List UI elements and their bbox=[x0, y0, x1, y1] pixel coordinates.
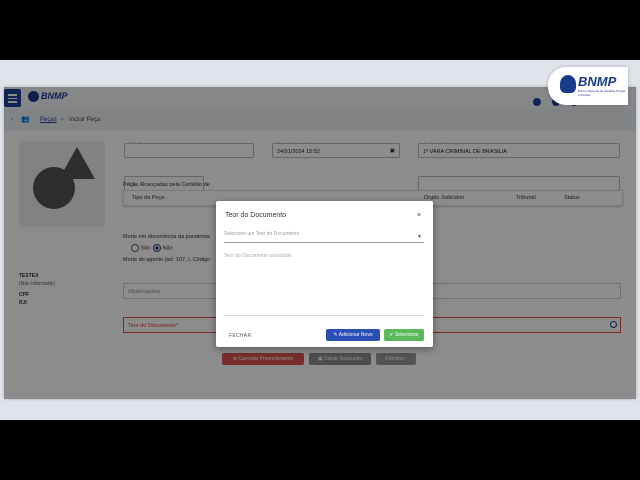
teor-textarea[interactable]: Teor do Documento associado bbox=[224, 253, 424, 316]
teor-select[interactable]: Selecione um Teor do Documento ▼ bbox=[224, 231, 424, 243]
watermark-logo-text: BNMP bbox=[578, 74, 617, 89]
selecionar-button[interactable]: ✔ Selecionar bbox=[384, 329, 424, 341]
watermark-logo: BNMP Banco Nacional de Medidas Penais e … bbox=[548, 67, 628, 105]
teor-textarea-placeholder: Teor do Documento associado bbox=[224, 253, 292, 259]
chevron-down-icon: ▼ bbox=[417, 234, 422, 240]
selecionar-label: Selecionar bbox=[394, 332, 419, 338]
teor-select-placeholder: Selecione um Teor do Documento bbox=[224, 231, 300, 237]
adicionar-label: Adicionar Novo bbox=[338, 332, 373, 338]
modal-title: Teor do Documento bbox=[225, 212, 287, 219]
watermark-logo-tagline: Banco Nacional de Medidas Penais e Prisõ… bbox=[578, 89, 626, 97]
teor-documento-modal: Teor do Documento × Selecione um Teor do… bbox=[216, 201, 433, 347]
close-icon[interactable]: × bbox=[417, 212, 421, 219]
adicionar-novo-button[interactable]: ✎ Adicionar Novo bbox=[326, 329, 380, 341]
app-window: BNMP ‹ 👥 Peças › Incluir Peça TESTEX (Nã… bbox=[4, 87, 636, 399]
video-frame: BNMP ‹ 👥 Peças › Incluir Peça TESTEX (Nã… bbox=[0, 60, 640, 420]
watermark-logo-icon bbox=[560, 75, 576, 93]
fechar-button[interactable]: FECHAR bbox=[229, 333, 251, 339]
